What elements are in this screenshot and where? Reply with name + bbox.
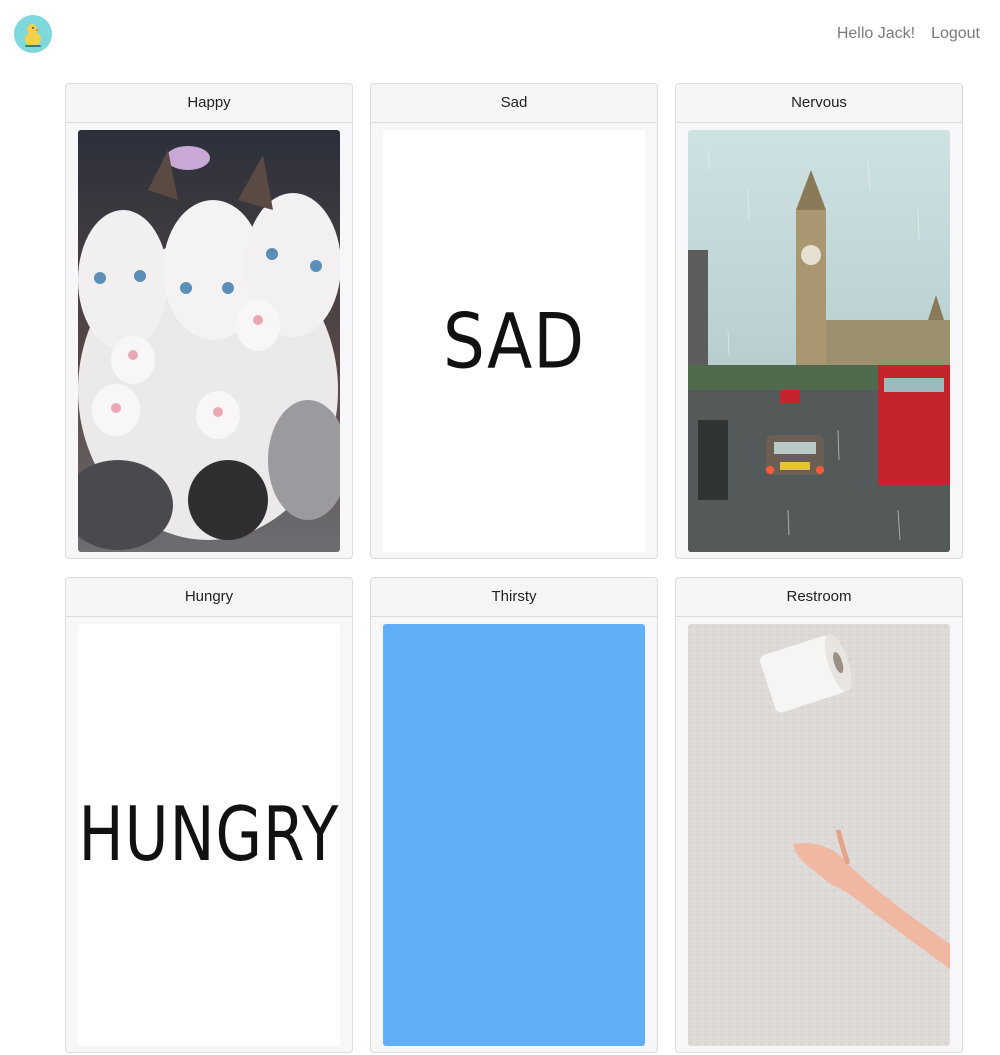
card-title: Happy [66,84,352,123]
card-title: Thirsty [371,578,657,617]
card-thirsty[interactable]: Thirsty [370,577,658,1053]
card-nervous[interactable]: Nervous [675,83,963,559]
greeting-text: Hello Jack! [836,25,916,42]
card-title: Hungry [66,578,352,617]
card-restroom[interactable]: Restroom [675,577,963,1053]
sad-text-image: SAD [383,130,645,552]
hungry-image-text: HUNGRY [78,791,340,879]
kittens-photo [78,130,340,552]
card-happy[interactable]: Happy [65,83,353,559]
card-title: Sad [371,84,657,123]
duck-logo-icon[interactable] [14,15,52,53]
logout-link[interactable]: Logout [931,25,980,43]
navbar: Hello Jack! Logout [0,0,1000,70]
nav-links: Hello Jack! Logout [837,25,980,43]
sad-image-text: SAD [442,296,586,386]
rainy-london-photo [688,130,950,552]
blue-fill [383,624,645,1046]
card-title: Nervous [676,84,962,123]
blue-image [383,624,645,1046]
hungry-text-image: HUNGRY [78,624,340,1046]
card-sad[interactable]: Sad SAD [370,83,658,559]
card-hungry[interactable]: Hungry HUNGRY [65,577,353,1053]
card-title: Restroom [676,578,962,617]
toilet-paper-photo [688,624,950,1046]
